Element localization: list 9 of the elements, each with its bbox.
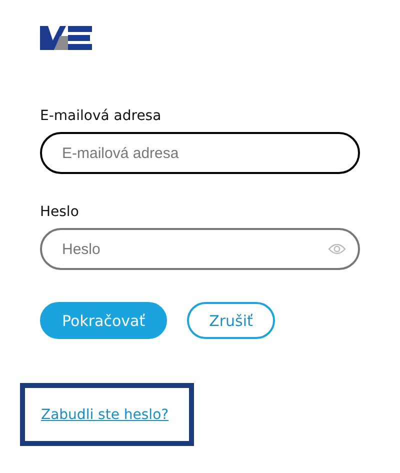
cancel-button[interactable]: Zrušiť xyxy=(187,302,275,339)
field-label: E-mailová adresa xyxy=(40,107,162,126)
email-field[interactable]: E-mailová adresa xyxy=(40,132,360,174)
eye-icon[interactable] xyxy=(328,243,346,255)
password-field[interactable]: Heslo xyxy=(40,228,360,270)
forgot-password-link[interactable]: Zabudli ste heslo? xyxy=(41,407,169,423)
continue-button[interactable]: Pokračovať xyxy=(40,302,168,339)
logo-icon xyxy=(40,24,92,52)
field-label: Heslo xyxy=(40,203,79,222)
